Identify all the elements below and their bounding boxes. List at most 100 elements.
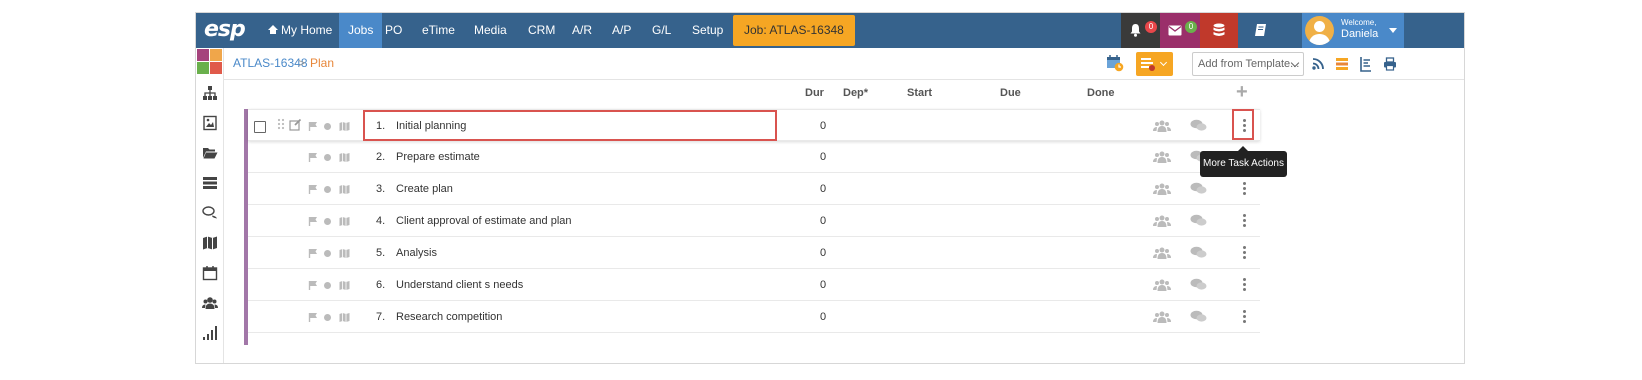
module-grid-icon[interactable]	[196, 48, 224, 76]
status-dot[interactable]	[324, 314, 331, 321]
folder-open-icon[interactable]	[202, 145, 218, 161]
status-dot[interactable]	[324, 218, 331, 225]
task-name[interactable]: Research competition	[396, 311, 502, 323]
col-header-start[interactable]: Start	[907, 87, 932, 99]
flag-icon[interactable]	[308, 216, 318, 226]
col-header-dur[interactable]: Dur	[805, 87, 824, 99]
schedule-icon[interactable]	[1106, 54, 1124, 72]
users-icon[interactable]	[202, 295, 218, 311]
breadcrumb-job-link[interactable]: ATLAS-16348	[233, 56, 308, 70]
esp-logo[interactable]: esp	[204, 17, 246, 42]
task-row[interactable]: 5. Analysis 0	[248, 237, 1260, 269]
more-task-actions-button[interactable]	[1243, 278, 1246, 292]
task-row[interactable]: 3. Create plan 0	[248, 173, 1260, 205]
book-button[interactable]	[1241, 13, 1279, 48]
task-duration[interactable]: 0	[820, 120, 826, 132]
image-icon[interactable]	[202, 115, 218, 131]
task-row[interactable]: 4. Client approval of estimate and plan …	[248, 205, 1260, 237]
more-task-actions-button[interactable]	[1243, 310, 1246, 324]
calendar-icon[interactable]	[202, 265, 218, 281]
status-dot[interactable]	[324, 250, 331, 257]
database-button[interactable]	[1200, 13, 1238, 48]
assign-users-icon[interactable]	[1153, 151, 1171, 163]
comments-icon[interactable]	[202, 205, 218, 221]
sitemap-icon[interactable]	[202, 85, 218, 101]
task-name[interactable]: Analysis	[396, 247, 437, 259]
assign-users-icon[interactable]	[1153, 279, 1171, 291]
task-duration[interactable]: 0	[820, 247, 826, 259]
more-task-actions-button[interactable]	[1243, 246, 1246, 260]
flag-icon[interactable]	[308, 248, 318, 258]
flag-icon[interactable]	[308, 312, 318, 322]
task-duration[interactable]: 0	[820, 311, 826, 323]
status-dot[interactable]	[324, 282, 331, 289]
task-row[interactable]: 7. Research competition 0	[248, 301, 1260, 333]
map-icon[interactable]	[339, 312, 350, 322]
user-menu[interactable]: Welcome, Daniela	[1302, 13, 1404, 48]
map-icon[interactable]	[339, 280, 350, 290]
col-header-dep[interactable]: Dep*	[843, 87, 868, 99]
notifications-button[interactable]: 0	[1121, 13, 1160, 48]
comments-icon[interactable]	[1190, 278, 1207, 291]
assign-users-icon[interactable]	[1153, 120, 1171, 132]
flag-icon[interactable]	[308, 152, 318, 162]
assign-users-icon[interactable]	[1153, 215, 1171, 227]
assign-users-icon[interactable]	[1153, 247, 1171, 259]
comments-icon[interactable]	[1190, 182, 1207, 195]
task-duration[interactable]: 0	[820, 151, 826, 163]
status-dot[interactable]	[324, 186, 331, 193]
task-name[interactable]: Client approval of estimate and plan	[396, 215, 572, 227]
plan-view-dropdown[interactable]	[1136, 52, 1173, 76]
messages-button[interactable]: 0	[1160, 13, 1200, 48]
edit-icon[interactable]	[289, 118, 302, 131]
flag-icon[interactable]	[308, 280, 318, 290]
job-button[interactable]: Job: ATLAS-16348	[733, 15, 855, 46]
add-task-button[interactable]: +	[1236, 81, 1248, 104]
signal-icon[interactable]	[202, 325, 218, 341]
nav-ar[interactable]: A/R	[563, 13, 601, 48]
server-icon[interactable]	[202, 175, 218, 191]
flag-icon[interactable]	[308, 121, 318, 131]
select-checkbox[interactable]	[254, 121, 266, 133]
flag-icon[interactable]	[308, 184, 318, 194]
status-dot[interactable]	[324, 123, 331, 130]
map-icon[interactable]	[339, 248, 350, 258]
comments-icon[interactable]	[1190, 246, 1207, 259]
assign-users-icon[interactable]	[1153, 183, 1171, 195]
document-icon[interactable]	[1359, 56, 1373, 72]
col-header-done[interactable]: Done	[1087, 87, 1115, 99]
map-icon[interactable]	[339, 152, 350, 162]
col-header-due[interactable]: Due	[1000, 87, 1021, 99]
nav-ap[interactable]: A/P	[603, 13, 640, 48]
rss-icon[interactable]	[1312, 58, 1324, 70]
more-task-actions-button[interactable]	[1243, 182, 1246, 196]
map-icon[interactable]	[339, 121, 350, 131]
comments-icon[interactable]	[1190, 119, 1207, 132]
add-from-template-select[interactable]: Add from Template...	[1192, 52, 1304, 76]
status-dot[interactable]	[324, 154, 331, 161]
nav-setup[interactable]: Setup	[683, 13, 732, 48]
nav-etime[interactable]: eTime	[413, 13, 464, 48]
more-task-actions-button[interactable]	[1243, 214, 1246, 228]
assign-users-icon[interactable]	[1153, 311, 1171, 323]
drag-handle-icon[interactable]	[277, 118, 285, 130]
nav-po[interactable]: PO	[376, 13, 411, 48]
map-icon[interactable]	[339, 216, 350, 226]
task-name[interactable]: Understand client s needs	[396, 279, 523, 291]
list-orange-icon[interactable]	[1335, 57, 1349, 71]
nav-my-home[interactable]: My Home	[259, 13, 341, 48]
nav-media[interactable]: Media	[465, 13, 516, 48]
nav-gl[interactable]: G/L	[643, 13, 680, 48]
task-duration[interactable]: 0	[820, 215, 826, 227]
task-duration[interactable]: 0	[820, 279, 826, 291]
comments-icon[interactable]	[1190, 310, 1207, 323]
map-icon[interactable]	[202, 235, 218, 251]
comments-icon[interactable]	[1190, 214, 1207, 227]
task-duration[interactable]: 0	[820, 183, 826, 195]
print-icon[interactable]	[1383, 57, 1397, 71]
task-name[interactable]: Create plan	[396, 183, 453, 195]
task-row[interactable]: 2. Prepare estimate 0	[248, 141, 1260, 173]
task-name[interactable]: Prepare estimate	[396, 151, 480, 163]
task-row[interactable]: 6. Understand client s needs 0	[248, 269, 1260, 301]
nav-crm[interactable]: CRM	[519, 13, 564, 48]
